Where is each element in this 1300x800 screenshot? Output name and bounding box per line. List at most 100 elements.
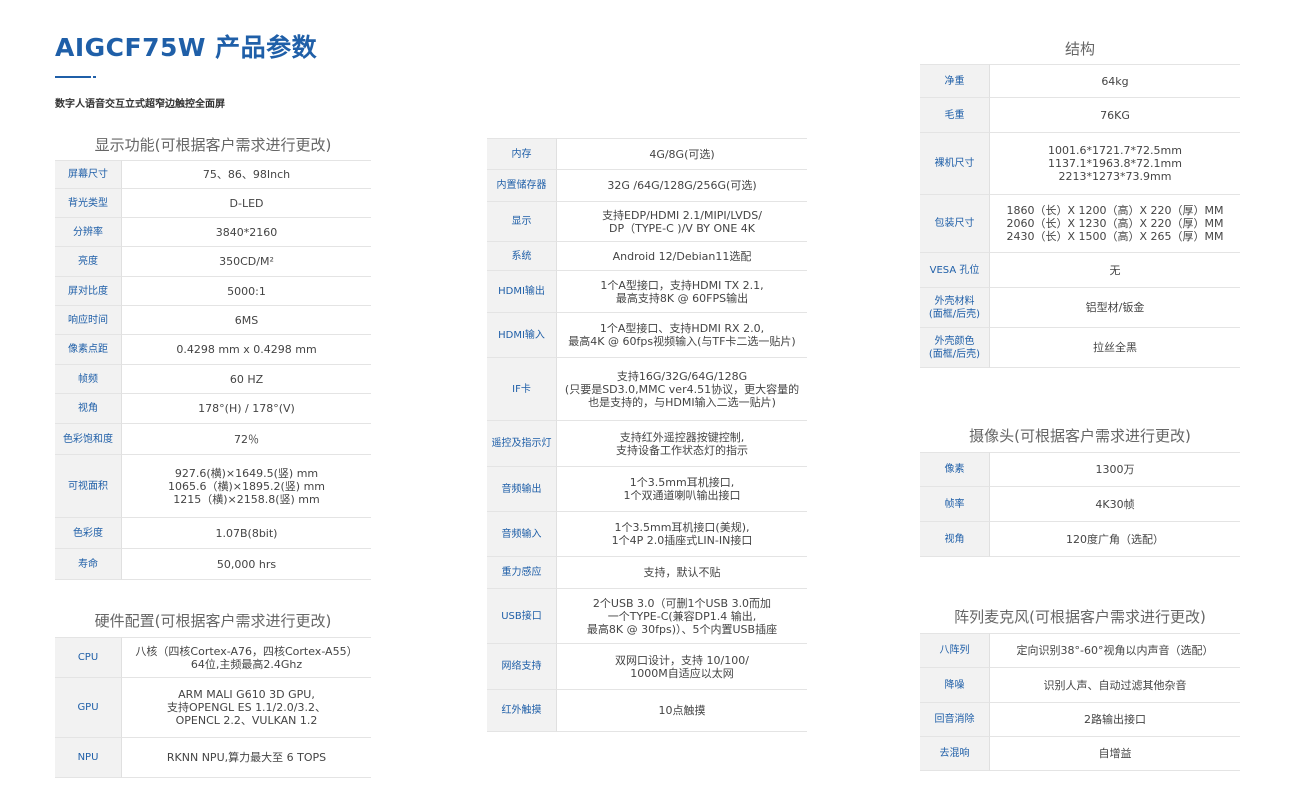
spec-value: 双网口设计，支持 10/100/ 1000M自适应以太网 (557, 644, 807, 690)
spec-row: 红外触摸 10点触摸 (487, 690, 807, 732)
spec-value: 1个A型接口，支持HDMI TX 2.1, 最高支持8K @ 60FPS输出 (557, 271, 807, 313)
spec-label: 亮度 (55, 247, 122, 277)
spec-value: 120度广角（选配） (990, 522, 1240, 557)
spec-value: D-LED (122, 189, 371, 218)
spec-label: 音频输出 (487, 467, 557, 512)
spec-row: 像素点距 0.4298 mm x 0.4298 mm (55, 335, 371, 365)
spec-value: 1300万 (990, 452, 1240, 487)
spec-value: 3840*2160 (122, 218, 371, 247)
hardware-section-title: 硬件配置(可根据客户需求进行更改) (94, 612, 332, 630)
spec-label: GPU (55, 678, 122, 738)
spec-value: 10点触摸 (557, 690, 807, 732)
spec-label: 色彩度 (55, 518, 122, 549)
spec-value: 75、86、98Inch (122, 160, 371, 189)
spec-value: 支持EDP/HDMI 2.1/MIPI/LVDS/ DP（TYPE-C )/V … (557, 202, 807, 242)
spec-label: 毛重 (920, 98, 990, 133)
spec-row: 色彩度 1.07B(8bit) (55, 518, 371, 549)
spec-value: 1个A型接口、支持HDMI RX 2.0, 最高4K @ 60fps视频输入(与… (557, 313, 807, 358)
spec-value: 178°(H) / 178°(V) (122, 394, 371, 424)
spec-value: 支持红外遥控器按键控制, 支持设备工作状态灯的指示 (557, 421, 807, 467)
spec-label: VESA 孔位 (920, 253, 990, 288)
spec-label: 去混响 (920, 737, 990, 771)
spec-value: 4K30帧 (990, 487, 1240, 522)
spec-label: 内置储存器 (487, 170, 557, 202)
spec-value: 1860（长）X 1200（高）X 220（厚）MM 2060（长）X 1230… (990, 195, 1240, 253)
spec-label: 视角 (920, 522, 990, 557)
spec-value: 1.07B(8bit) (122, 518, 371, 549)
structure-section-title: 结构 (1064, 40, 1095, 58)
spec-row: GPU ARM MALI G610 3D GPU, 支持OPENGL ES 1.1… (55, 678, 371, 738)
spec-label: 红外触摸 (487, 690, 557, 732)
spec-row: 重力感应 支持，默认不贴 (487, 557, 807, 589)
spec-label: 八阵列 (920, 633, 990, 668)
spec-value: 4G/8G(可选) (557, 138, 807, 170)
spec-label: 重力感应 (487, 557, 557, 589)
spec-label: 像素 (920, 452, 990, 487)
spec-label: 屏对比度 (55, 277, 122, 306)
spec-label: NPU (55, 738, 122, 778)
spec-row: 显示 支持EDP/HDMI 2.1/MIPI/LVDS/ DP（TYPE-C )/… (487, 202, 807, 242)
spec-label: 屏幕尺寸 (55, 160, 122, 189)
spec-value: 自增益 (990, 737, 1240, 771)
spec-value: 支持，默认不贴 (557, 557, 807, 589)
spec-label: 可视面积 (55, 455, 122, 518)
spec-value: 60 HZ (122, 365, 371, 394)
spec-label: 降噪 (920, 668, 990, 703)
spec-value: 拉丝全黑 (990, 328, 1240, 368)
spec-value: 定向识别38°-60°视角以内声音（选配） (990, 633, 1240, 668)
spec-row: VESA 孔位无 (920, 253, 1240, 288)
spec-label: HDMI输出 (487, 271, 557, 313)
spec-row: 外壳颜色 (面框/后壳) 拉丝全黑 (920, 328, 1240, 368)
spec-row: 亮度 350CD/M² (55, 247, 371, 277)
spec-value: 0.4298 mm x 0.4298 mm (122, 335, 371, 365)
spec-value: 50,000 hrs (122, 549, 371, 580)
spec-value: 无 (990, 253, 1240, 288)
spec-row: NPU RKNN NPU,算力最大至 6 TOPS (55, 738, 371, 778)
spec-label: 回音消除 (920, 703, 990, 737)
spec-label: 包装尺寸 (920, 195, 990, 253)
spec-value: 76KG (990, 98, 1240, 133)
spec-row: 系统 Android 12/Debian11选配 (487, 242, 807, 271)
spec-label: 帧频 (55, 365, 122, 394)
spec-label: CPU (55, 637, 122, 678)
spec-row: HDMI输入 1个A型接口、支持HDMI RX 2.0, 最高4K @ 60fps… (487, 313, 807, 358)
spec-label: 网络支持 (487, 644, 557, 690)
mic-section-title: 阵列麦克风(可根据客户需求进行更改) (954, 608, 1206, 626)
spec-label: 显示 (487, 202, 557, 242)
spec-row: 裸机尺寸 1001.6*1721.7*72.5mm 1137.1*1963.8*7… (920, 133, 1240, 195)
spec-row: 色彩饱和度 72％ (55, 424, 371, 455)
spec-row: 内存 4G/8G(可选) (487, 138, 807, 170)
spec-value: RKNN NPU,算力最大至 6 TOPS (122, 738, 371, 778)
interface-spec-table: 内存 4G/8G(可选) 内置储存器 32G /64G/128G/256G(可选) 显示… (487, 138, 807, 732)
spec-value: 64kg (990, 64, 1240, 98)
spec-label: 分辨率 (55, 218, 122, 247)
spec-row: IF卡 支持16G/32G/64G/128G (只要是SD3.0,MMC ver4… (487, 358, 807, 421)
spec-value: Android 12/Debian11选配 (557, 242, 807, 271)
spec-row: 去混响 自增益 (920, 737, 1240, 771)
spec-row: 毛重 76KG (920, 98, 1240, 133)
spec-label: 帧率 (920, 487, 990, 522)
spec-row: 包装尺寸 1860（长）X 1200（高）X 220（厚）MM 2060（长）X … (920, 195, 1240, 253)
spec-row: 帧频 60 HZ (55, 365, 371, 394)
spec-row: 净重 64kg (920, 64, 1240, 98)
spec-row: 外壳材料 (面框/后壳) 铝型材/钣金 (920, 288, 1240, 328)
spec-row: 屏幕尺寸 75、86、98Inch (55, 160, 371, 189)
spec-label: 视角 (55, 394, 122, 424)
spec-value: 927.6(横)×1649.5(竖) mm 1065.6（横)×1895.2(竖… (122, 455, 371, 518)
spec-row: 像素 1300万 (920, 452, 1240, 487)
spec-row: 响应时间 6MS (55, 306, 371, 335)
hardware-spec-table: CPU 八核（四核Cortex-A76，四核Cortex-A55） 64位,主频最… (55, 637, 371, 778)
spec-row: 音频输入 1个3.5mm耳机接口(美规), 1个4P 2.0插座式LIN-IN接口 (487, 512, 807, 557)
spec-row: 降噪 识别人声、自动过滤其他杂音 (920, 668, 1240, 703)
spec-value: ARM MALI G610 3D GPU, 支持OPENGL ES 1.1/2.… (122, 678, 371, 738)
spec-row: 寿命 50,000 hrs (55, 549, 371, 580)
spec-label: USB接口 (487, 589, 557, 644)
structure-spec-table: 净重 64kg 毛重 76KG 裸机尺寸 1001.6*1721.7*72.5mm 113… (920, 64, 1240, 368)
spec-label: 背光类型 (55, 189, 122, 218)
spec-label: 外壳材料 (面框/后壳) (920, 288, 990, 328)
page-subtitle: 数字人语音交互立式超窄边触控全面屏 (55, 99, 225, 110)
spec-value: 1个3.5mm耳机接口, 1个双通道喇叭输出接口 (557, 467, 807, 512)
spec-row: 背光类型 D-LED (55, 189, 371, 218)
spec-row: 视角 178°(H) / 178°(V) (55, 394, 371, 424)
spec-row: CPU 八核（四核Cortex-A76，四核Cortex-A55） 64位,主频最… (55, 637, 371, 678)
